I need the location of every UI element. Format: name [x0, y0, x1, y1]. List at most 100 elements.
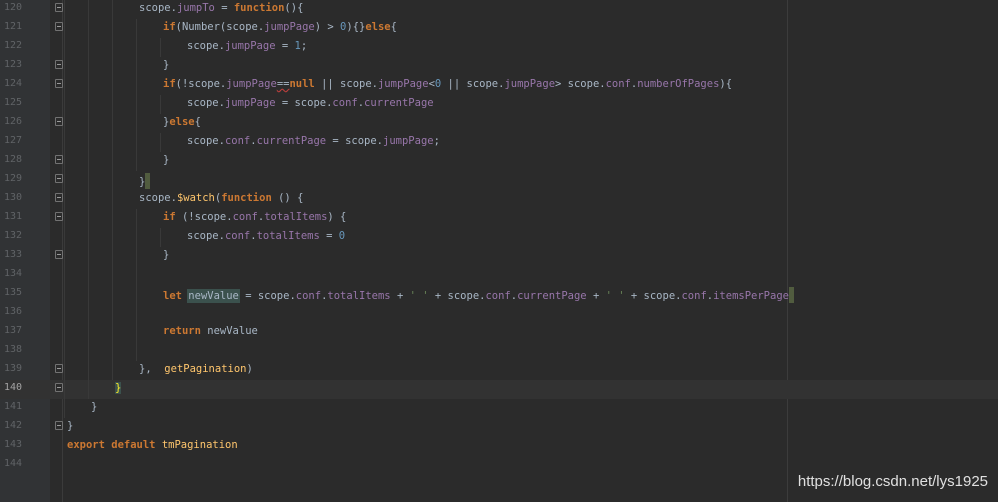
- code-text[interactable]: export default tmPagination: [67, 439, 238, 451]
- code-line[interactable]: 128}: [0, 152, 998, 171]
- code-line[interactable]: 141}: [0, 399, 998, 418]
- line-number: 125: [4, 97, 23, 108]
- code-token: = scope.: [238, 290, 296, 302]
- fold-marker-icon[interactable]: [55, 193, 63, 202]
- code-token: scope.: [187, 135, 225, 147]
- code-token: }: [91, 401, 98, 413]
- code-token: ' ': [605, 290, 625, 302]
- line-number: 126: [4, 116, 23, 127]
- fold-marker-icon[interactable]: [55, 60, 63, 69]
- indent-guide: [112, 95, 113, 114]
- code-text[interactable]: }: [67, 420, 73, 432]
- fold-marker-icon[interactable]: [55, 212, 63, 221]
- code-token: ) >: [314, 21, 341, 33]
- code-text[interactable]: if (!scope.conf.totalItems) {: [163, 211, 346, 223]
- code-line[interactable]: 133}: [0, 247, 998, 266]
- indent-guide: [88, 209, 89, 228]
- indent-guide: [136, 57, 137, 76]
- code-text[interactable]: return newValue: [163, 325, 258, 337]
- code-line[interactable]: 132 scope.conf.totalItems = 0: [0, 228, 998, 247]
- code-token: conf: [681, 290, 707, 302]
- indent-guide: [88, 133, 89, 152]
- indent-guide: [112, 361, 113, 380]
- line-number: 139: [4, 363, 23, 374]
- fold-marker-icon[interactable]: [55, 22, 63, 31]
- code-line[interactable]: 136: [0, 304, 998, 323]
- code-line[interactable]: 122 scope.jumpPage = 1;: [0, 38, 998, 57]
- indent-guide: [112, 0, 113, 19]
- code-token: = scope.: [326, 135, 384, 147]
- code-text[interactable]: }: [115, 382, 122, 394]
- fold-marker-icon[interactable]: [55, 117, 63, 126]
- line-number: 131: [4, 211, 23, 222]
- code-text[interactable]: }: [91, 401, 97, 413]
- fold-marker-icon[interactable]: [55, 250, 63, 259]
- code-line[interactable]: 134: [0, 266, 998, 285]
- code-text[interactable]: if(!scope.jumpPage==null || scope.jumpPa…: [163, 78, 732, 90]
- fold-marker-icon[interactable]: [55, 421, 63, 430]
- indent-guide: [136, 266, 137, 285]
- code-text[interactable]: }: [163, 59, 169, 71]
- code-token: getPagination: [164, 363, 247, 375]
- code-editor[interactable]: 120 scope.jumpTo = function(){121 if(Numbe…: [0, 0, 998, 502]
- code-line[interactable]: 129}: [0, 171, 998, 190]
- code-text[interactable]: if(Number(scope.jumpPage) > 0){}else{: [163, 21, 397, 33]
- code-line[interactable]: 138: [0, 342, 998, 361]
- code-text[interactable]: scope.$watch(function () {: [139, 192, 303, 204]
- code-token: scope.: [139, 192, 177, 204]
- code-text[interactable]: scope.jumpPage = scope.conf.currentPage: [187, 97, 434, 109]
- code-text[interactable]: scope.jumpTo = function(){: [139, 2, 303, 14]
- line-number: 135: [4, 287, 23, 298]
- fold-marker-icon[interactable]: [55, 155, 63, 164]
- code-text[interactable]: }else{: [163, 116, 201, 128]
- code-text[interactable]: scope.conf.totalItems = 0: [187, 230, 345, 242]
- code-text[interactable]: }: [163, 154, 169, 166]
- indent-guide: [64, 76, 65, 95]
- code-line[interactable]: 140}: [0, 380, 998, 399]
- indent-guide: [136, 38, 137, 57]
- indent-guide: [64, 57, 65, 76]
- indent-guide: [112, 228, 113, 247]
- code-line[interactable]: 123}: [0, 57, 998, 76]
- code-line[interactable]: 135 let newValue = scope.conf.totalItems …: [0, 285, 998, 304]
- code-line[interactable]: 127 scope.conf.currentPage = scope.jumpPa…: [0, 133, 998, 152]
- code-line[interactable]: 143 export default tmPagination: [0, 437, 998, 456]
- caret-marker: [145, 173, 151, 189]
- fold-marker-icon[interactable]: [55, 383, 63, 392]
- fold-marker-icon[interactable]: [55, 79, 63, 88]
- code-line[interactable]: 126 }else{: [0, 114, 998, 133]
- code-token: conf: [605, 78, 631, 90]
- indent-guide: [112, 247, 113, 266]
- code-text[interactable]: scope.jumpPage = 1;: [187, 40, 307, 52]
- code-line[interactable]: 131 if (!scope.conf.totalItems) {: [0, 209, 998, 228]
- line-number: 128: [4, 154, 23, 165]
- code-token: jumpPage: [226, 78, 277, 90]
- code-line[interactable]: 121 if(Number(scope.jumpPage) > 0){}else{: [0, 19, 998, 38]
- code-line[interactable]: 137 return newValue: [0, 323, 998, 342]
- code-text[interactable]: }: [139, 173, 151, 189]
- code-token: jumpPage: [224, 40, 276, 52]
- code-line[interactable]: 139 }, getPagination): [0, 361, 998, 380]
- line-number: 138: [4, 344, 23, 355]
- code-line[interactable]: 142}: [0, 418, 998, 437]
- code-text[interactable]: }: [163, 249, 169, 261]
- fold-marker-icon[interactable]: [55, 3, 63, 12]
- code-token: ;: [300, 40, 308, 52]
- code-token: if: [163, 78, 176, 90]
- code-text[interactable]: let newValue = scope.conf.totalItems + '…: [163, 287, 794, 303]
- fold-marker-icon[interactable]: [55, 364, 63, 373]
- indent-guide: [64, 209, 65, 228]
- code-line[interactable]: 124 if(!scope.jumpPage==null || scope.jum…: [0, 76, 998, 95]
- code-text[interactable]: scope.conf.currentPage = scope.jumpPage;: [187, 135, 440, 147]
- code-text[interactable]: }, getPagination): [139, 363, 253, 375]
- fold-marker-icon[interactable]: [55, 174, 63, 183]
- indent-guide: [64, 19, 65, 38]
- indent-guide: [88, 38, 89, 57]
- code-token: conf: [295, 290, 322, 302]
- indent-guide: [64, 133, 65, 152]
- code-line[interactable]: 125 scope.jumpPage = scope.conf.currentPa…: [0, 95, 998, 114]
- code-line[interactable]: 130 scope.$watch(function () {: [0, 190, 998, 209]
- indent-guide: [88, 228, 89, 247]
- code-line[interactable]: 120 scope.jumpTo = function(){: [0, 0, 998, 19]
- indent-guide: [112, 209, 113, 228]
